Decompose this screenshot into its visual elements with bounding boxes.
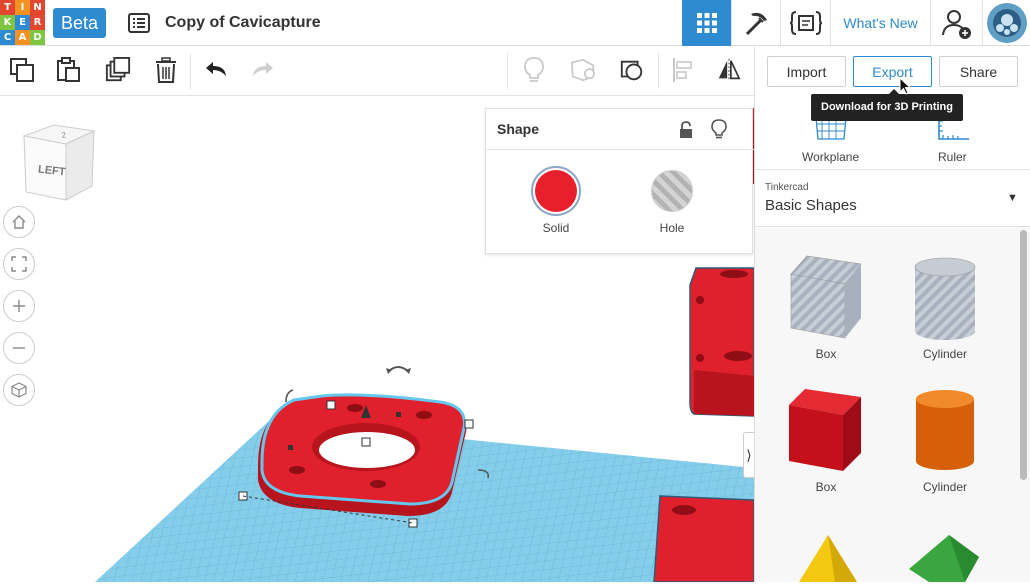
pickaxe-icon: [745, 12, 767, 36]
logo-letter: C: [0, 30, 15, 45]
minus-icon: [13, 347, 25, 349]
shape-pyramid[interactable]: [795, 535, 861, 582]
paste-icon[interactable]: [55, 57, 81, 83]
hole-swatch[interactable]: [651, 170, 693, 212]
shape-inspector: Shape Solid Hole: [485, 108, 754, 254]
shape-box[interactable]: [785, 387, 865, 473]
plus-icon: [13, 300, 25, 312]
avatar[interactable]: [982, 0, 1030, 46]
grid-icon: [696, 13, 717, 33]
align-icon[interactable]: [670, 57, 696, 83]
shape-label: Cylinder: [922, 480, 967, 494]
mirror-icon[interactable]: [716, 57, 742, 83]
delete-icon[interactable]: [153, 57, 179, 83]
shapes-library: Box Cylinder Box Cylinder: [755, 227, 1030, 582]
library-select[interactable]: Basic Shapes: [765, 197, 857, 214]
home-view-button[interactable]: [3, 206, 35, 238]
beta-badge[interactable]: Beta: [53, 8, 107, 38]
code-blocks-icon: [789, 11, 822, 35]
top-bar: T I N K E R C A D Beta Copy of Cavicaptu…: [0, 0, 1030, 46]
zoom-out-button[interactable]: [3, 332, 35, 364]
bricks-view-button[interactable]: [731, 0, 780, 46]
view-cube[interactable]: 2: [22, 124, 96, 201]
group-icon[interactable]: [619, 57, 645, 83]
home-icon: [12, 215, 26, 229]
export-tooltip: Download for 3D Printing: [811, 89, 963, 121]
share-button[interactable]: Share: [939, 56, 1018, 87]
solid-swatch[interactable]: [535, 170, 577, 212]
export-button[interactable]: Export: [853, 56, 932, 87]
cube-icon: [11, 382, 27, 398]
fit-icon: [11, 256, 27, 272]
logo-letter: I: [15, 0, 30, 15]
zoom-in-button[interactable]: [3, 290, 35, 322]
add-user-button[interactable]: [930, 0, 982, 46]
duplicate-icon[interactable]: [105, 57, 131, 83]
collapse-panel-button[interactable]: ⟩: [743, 432, 754, 478]
mouse-cursor-icon: [899, 76, 912, 100]
projection-button[interactable]: [3, 374, 35, 406]
logo-letter: N: [30, 0, 45, 15]
red-block-bottom-right[interactable]: [653, 495, 754, 582]
notes-icon[interactable]: [570, 57, 596, 83]
copy-icon[interactable]: [9, 57, 35, 83]
shapes-scrollbar[interactable]: [1020, 230, 1027, 480]
chevron-right-icon: ⟩: [746, 446, 752, 463]
undo-icon[interactable]: [203, 57, 229, 83]
workplane-label: Workplane: [802, 150, 860, 164]
redo-icon[interactable]: [250, 57, 276, 83]
design-list-icon[interactable]: [127, 11, 151, 35]
top-right-nav: What's New: [682, 0, 1030, 46]
shape-label: Cylinder: [922, 347, 967, 361]
import-button[interactable]: Import: [767, 56, 846, 87]
logo-letter: R: [30, 15, 45, 30]
codeblocks-view-button[interactable]: [780, 0, 830, 46]
add-user-icon: [941, 10, 971, 39]
logo-letter: K: [0, 15, 15, 30]
3d-design-view-button[interactable]: [682, 0, 731, 46]
shape-label: Box: [815, 480, 837, 494]
shape-box-hole[interactable]: [785, 254, 865, 339]
logo-letter: A: [15, 30, 30, 45]
library-owner: Tinkercad: [765, 182, 809, 193]
tinkercad-logo[interactable]: T I N K E R C A D: [0, 0, 45, 46]
caret-down-icon[interactable]: ▼: [1007, 192, 1018, 204]
hole-label: Hole: [659, 221, 685, 235]
logo-letter: E: [15, 15, 30, 30]
red-block-middle-right[interactable]: [689, 267, 754, 417]
rotate-handle-top[interactable]: [387, 366, 410, 373]
logo-letter: D: [30, 30, 45, 45]
shape-roof[interactable]: [909, 535, 979, 582]
solid-label: Solid: [542, 221, 570, 235]
lock-icon[interactable]: [678, 121, 694, 144]
inspector-title: Shape: [497, 121, 540, 137]
whats-new-link[interactable]: What's New: [830, 0, 930, 46]
design-title[interactable]: Copy of Cavicapture: [165, 14, 321, 32]
ruler-label: Ruler: [938, 150, 967, 164]
fit-view-button[interactable]: [3, 248, 35, 280]
shape-cylinder-hole[interactable]: [913, 257, 977, 341]
show-hints-icon[interactable]: [521, 57, 547, 83]
right-panel: Import Export Share Workplane Ruler Tink…: [754, 47, 1030, 582]
light-bulb-icon[interactable]: [711, 119, 727, 144]
avatar-icon: [986, 3, 1027, 43]
edit-toolbar: [0, 47, 754, 96]
shape-cylinder[interactable]: [914, 389, 976, 471]
shape-label: Box: [815, 347, 837, 361]
logo-letter: T: [0, 0, 15, 15]
